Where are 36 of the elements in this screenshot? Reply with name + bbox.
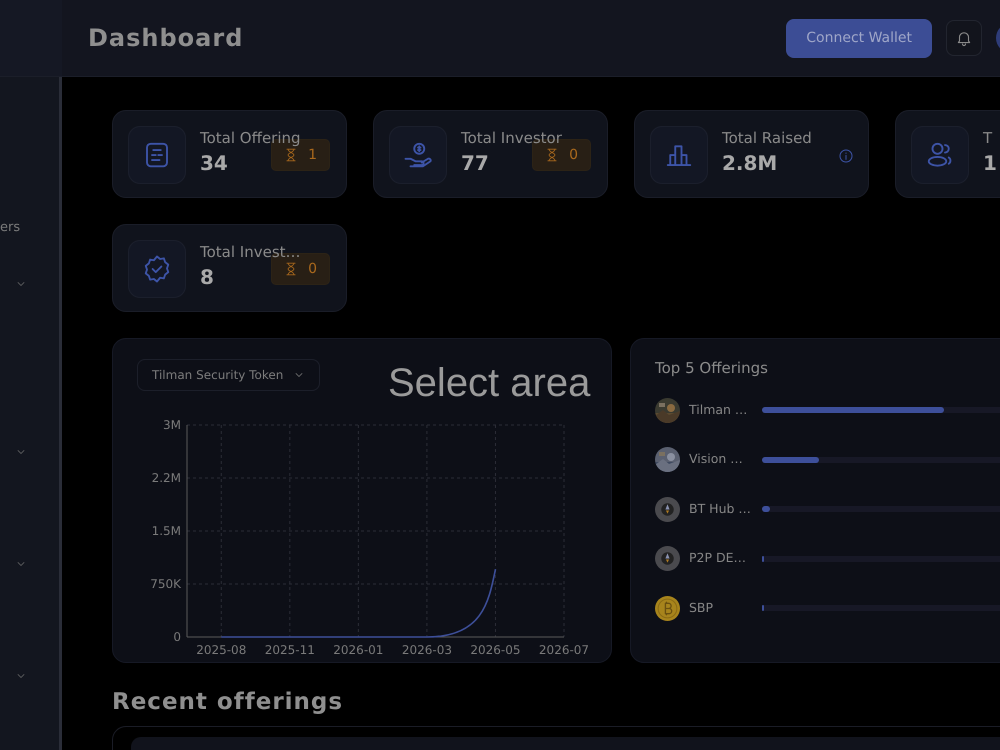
axis-tick-label: 2025-08 [196,643,246,657]
axis-tick-label: 1.5M [152,524,181,538]
axis-tick-label: 3M [163,418,181,432]
stat-value: 8 [200,264,214,291]
axis-tick-label: 2025-11 [264,643,315,657]
stat-value: 1 [983,150,997,177]
axis-tick-label: 750K [150,577,181,591]
section-title: Recent offerings [112,688,344,717]
pending-count: 1 [308,146,317,164]
stat-label: T [983,128,992,148]
offering-name[interactable]: Tilman … [689,400,762,420]
page-title: Dashboard [88,23,244,54]
stat-label: Total Raised [722,128,812,148]
axis-tick-label: 2026-05 [470,643,521,657]
stat-value: 77 [461,150,489,177]
offering-name[interactable]: Vision … [689,450,762,470]
pending-count: 0 [308,260,317,278]
stat-label: Total Investor [461,128,562,148]
pending-count: 0 [569,146,578,164]
offering-name[interactable]: BT Hub … [689,500,762,519]
axis-tick-label: 2026-03 [402,643,452,657]
stat-value: 34 [200,150,228,177]
token-dropdown[interactable]: Tilman Security Token [137,359,320,391]
stat-label: Total Invest… [200,242,301,262]
offering-name[interactable]: SBP [689,598,762,618]
stat-label: Total Offering [200,128,301,148]
card-title: Top 5 Offerings [655,358,769,379]
select-area-overlay: Select area [388,360,590,407]
stat-value: 2.8M [722,150,778,177]
axis-tick-label: 0 [173,630,181,644]
axis-tick-label: 2026-07 [538,643,590,657]
axis-tick-label: 2.2M [152,471,181,485]
sidebar-item[interactable]: ers [0,220,20,235]
axis-tick-label: 2026-01 [333,643,384,657]
offering-name[interactable]: P2P DE… [689,549,762,568]
connect-wallet-button[interactable]: Connect Wallet [786,18,932,58]
